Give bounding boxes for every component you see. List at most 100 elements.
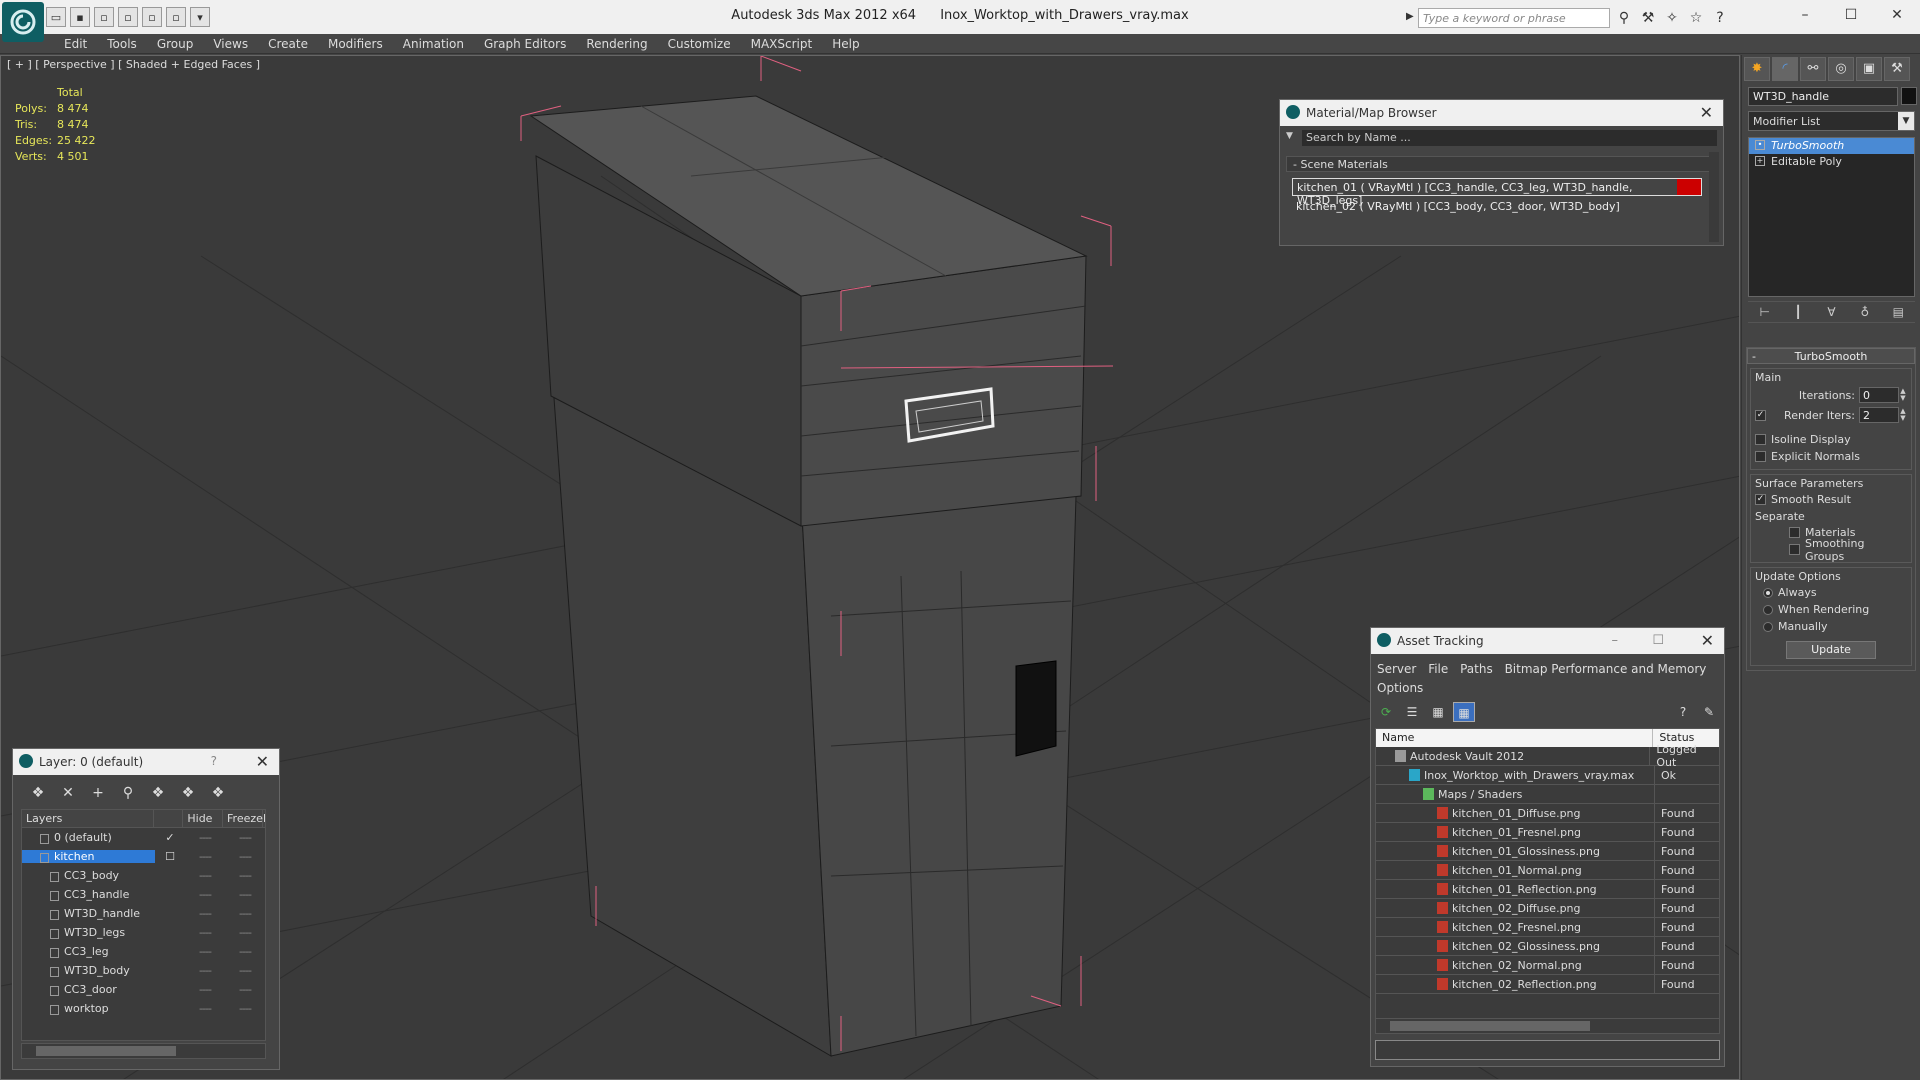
viewport-label[interactable]: [ + ] [ Perspective ] [ Shaded + Edged F…: [7, 58, 260, 71]
minimize-icon[interactable]: –: [1612, 633, 1619, 648]
asset-row[interactable]: kitchen_02_Fresnel.png Found: [1376, 917, 1719, 937]
object-name-input[interactable]: WT3D_handle: [1748, 87, 1898, 106]
column-header-hide[interactable]: Hide: [183, 810, 224, 827]
column-header-render[interactable]: R: [263, 810, 265, 827]
current-layer-check[interactable]: ☐: [155, 850, 185, 863]
menu-animation[interactable]: Animation: [393, 34, 474, 54]
pin-stack-icon[interactable]: ⊢: [1755, 302, 1775, 322]
layer-row[interactable]: kitchen ☐ ---- ----: [22, 847, 265, 866]
layer-row[interactable]: WT3D_body ---- ----: [22, 961, 265, 980]
menu-edit[interactable]: Edit: [54, 34, 97, 54]
horizontal-scrollbar[interactable]: [1375, 1018, 1720, 1034]
menu-server[interactable]: Server: [1377, 662, 1416, 676]
stack-item-editable-poly[interactable]: + Editable Poly: [1749, 154, 1914, 170]
menu-maxscript[interactable]: MAXScript: [741, 34, 823, 54]
layer-name[interactable]: WT3D_handle: [22, 907, 155, 920]
layer-row[interactable]: 0 (default) ✓ ---- ----: [22, 828, 265, 847]
asset-row[interactable]: kitchen_01_Glossiness.png Found: [1376, 841, 1719, 861]
spinner-arrows-icon[interactable]: ▲ ▼: [1899, 408, 1907, 422]
favorites-star-icon[interactable]: ☆: [1686, 8, 1706, 28]
when-rendering-radio[interactable]: [1763, 604, 1773, 615]
search-expand-icon[interactable]: ▶: [1406, 11, 1414, 22]
explicit-normals-checkbox[interactable]: [1755, 451, 1766, 462]
asset-row[interactable]: kitchen_01_Reflection.png Found: [1376, 879, 1719, 899]
smoothing-groups-checkbox[interactable]: [1789, 544, 1800, 555]
hide-toggle[interactable]: ----: [185, 869, 225, 882]
freeze-toggle[interactable]: ----: [225, 907, 265, 920]
asset-row[interactable]: Inox_Worktop_with_Drawers_vray.max Ok: [1376, 765, 1719, 785]
column-header-layers[interactable]: Layers: [22, 810, 154, 827]
stack-item-turbosmooth[interactable]: • TurboSmooth: [1749, 138, 1914, 154]
scene-materials-header[interactable]: - Scene Materials: [1286, 156, 1711, 172]
horizontal-scrollbar[interactable]: [21, 1043, 266, 1059]
freeze-toggle[interactable]: ----: [225, 1002, 265, 1015]
make-unique-icon[interactable]: ∀: [1821, 302, 1841, 322]
render-iters-spinner[interactable]: 2: [1859, 407, 1899, 423]
freeze-toggle[interactable]: ----: [225, 945, 265, 958]
layer-name[interactable]: WT3D_body: [22, 964, 155, 977]
hide-toggle[interactable]: ----: [185, 888, 225, 901]
asset-row[interactable]: kitchen_02_Reflection.png Found: [1376, 974, 1719, 994]
binoculars-icon[interactable]: ⚲: [1614, 8, 1634, 28]
search-input[interactable]: Type a keyword or phrase: [1418, 8, 1610, 28]
menu-customize[interactable]: Customize: [658, 34, 741, 54]
asset-row[interactable]: kitchen_02_Normal.png Found: [1376, 955, 1719, 975]
layer-name[interactable]: CC3_handle: [22, 888, 155, 901]
freeze-toggle[interactable]: ----: [225, 831, 265, 844]
add-to-layer-icon[interactable]: +: [87, 783, 109, 803]
hide-toggle[interactable]: ----: [185, 907, 225, 920]
modifier-list-dropdown[interactable]: Modifier List ▼: [1748, 111, 1915, 131]
refresh-icon[interactable]: ⟳: [1375, 702, 1397, 722]
layer-row[interactable]: CC3_body ---- ----: [22, 866, 265, 885]
asset-path-field[interactable]: [1375, 1040, 1720, 1060]
menu-graph-editors[interactable]: Graph Editors: [474, 34, 576, 54]
dialog-title-bar[interactable]: Material/Map Browser ✕: [1280, 100, 1723, 126]
menu-group[interactable]: Group: [147, 34, 204, 54]
motion-tab-icon[interactable]: ◎: [1828, 57, 1854, 81]
render-iters-checkbox[interactable]: ✓: [1755, 409, 1766, 421]
layer-name[interactable]: kitchen: [22, 850, 155, 863]
update-button[interactable]: Update: [1786, 641, 1876, 659]
isoline-checkbox[interactable]: [1755, 434, 1766, 445]
menu-tools[interactable]: Tools: [97, 34, 147, 54]
dialog-title-bar[interactable]: Layer: 0 (default) ? ✕: [13, 749, 279, 775]
subscription-icon[interactable]: ⚒: [1638, 8, 1658, 28]
hide-toggle[interactable]: ----: [185, 945, 225, 958]
asset-row[interactable]: kitchen_01_Fresnel.png Found: [1376, 822, 1719, 842]
smooth-result-checkbox[interactable]: ✓: [1755, 494, 1766, 505]
material-item[interactable]: kitchen_01 ( VRayMtl ) [CC3_handle, CC3_…: [1292, 178, 1702, 207]
scrollbar-thumb[interactable]: [1390, 1021, 1590, 1031]
menu-rendering[interactable]: Rendering: [576, 34, 657, 54]
hierarchy-tab-icon[interactable]: ⚯: [1800, 57, 1826, 81]
list-view-icon[interactable]: ☰: [1401, 702, 1423, 722]
hide-toggle[interactable]: ----: [185, 850, 225, 863]
freeze-toggle[interactable]: ----: [225, 926, 265, 939]
material-item[interactable]: kitchen_02 ( VRayMtl ) [CC3_body, CC3_do…: [1292, 198, 1702, 216]
rollout-header[interactable]: - TurboSmooth: [1747, 348, 1915, 364]
close-icon[interactable]: ✕: [1700, 103, 1713, 122]
freeze-toggle[interactable]: ----: [225, 888, 265, 901]
show-end-result-icon[interactable]: ┃: [1788, 302, 1808, 322]
configure-sets-icon[interactable]: ▤: [1888, 302, 1908, 322]
asset-row[interactable]: kitchen_01_Normal.png Found: [1376, 860, 1719, 880]
vertical-scrollbar[interactable]: [1709, 152, 1719, 242]
layer-name[interactable]: CC3_leg: [22, 945, 155, 958]
asset-row[interactable]: kitchen_02_Diffuse.png Found: [1376, 898, 1719, 918]
menu-options[interactable]: Options: [1377, 681, 1423, 695]
menu-modifiers[interactable]: Modifiers: [318, 34, 393, 54]
freeze-toggle[interactable]: ----: [225, 850, 265, 863]
layer-row[interactable]: WT3D_handle ---- ----: [22, 904, 265, 923]
filter-triangle-icon[interactable]: ▼: [1286, 131, 1293, 141]
dialog-title-bar[interactable]: Asset Tracking ✕ ☐ –: [1371, 628, 1724, 654]
expand-plus-icon[interactable]: +: [1755, 156, 1765, 166]
freeze-toggle[interactable]: ----: [225, 869, 265, 882]
app-logo-icon[interactable]: [2, 2, 44, 42]
maximize-icon[interactable]: ☐: [1652, 633, 1664, 648]
asset-row[interactable]: Maps / Shaders: [1376, 784, 1719, 804]
hide-all-icon[interactable]: ❖: [177, 783, 199, 803]
hide-toggle[interactable]: ----: [185, 983, 225, 996]
asset-row[interactable]: kitchen_01_Diffuse.png Found: [1376, 803, 1719, 823]
layer-name[interactable]: 0 (default): [22, 831, 155, 844]
layer-name[interactable]: CC3_door: [22, 983, 155, 996]
create-tab-icon[interactable]: ✸: [1744, 57, 1770, 81]
